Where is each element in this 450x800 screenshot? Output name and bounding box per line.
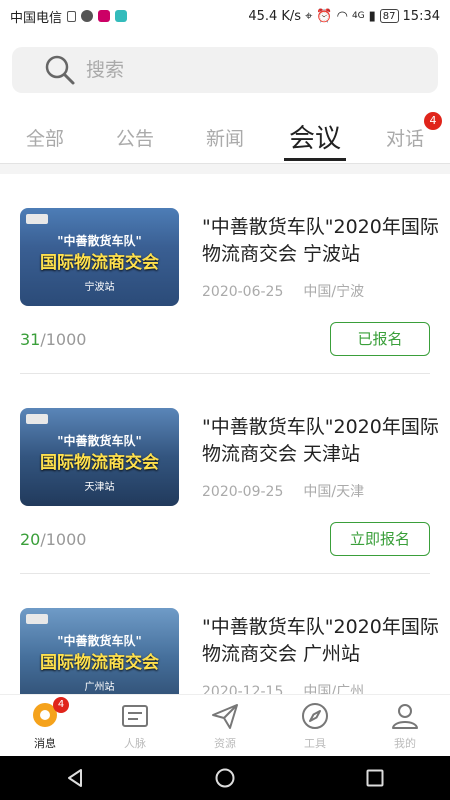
bottom-nav: 4 消息 人脉 资源 工具 我的: [0, 694, 450, 756]
meeting-meta: 2020-06-25 中国/宁波: [202, 281, 364, 301]
logo-icon: [26, 614, 48, 624]
nav-messages[interactable]: 4 消息: [0, 695, 90, 756]
wifi-icon: ◠: [336, 8, 348, 24]
meeting-location: 中国/宁波: [303, 284, 365, 300]
meeting-title: "中善散货车队"2020年国际物流商交会 宁波站: [202, 216, 439, 265]
list-item[interactable]: "中善散货车队" 国际物流商交会 宁波站 "中善散货车队"2020年国际物流商交…: [20, 174, 439, 374]
list-item[interactable]: "中善散货车队" 国际物流商交会 天津站 "中善散货车队"2020年国际物流商交…: [20, 374, 439, 574]
nav-badge: 4: [53, 697, 69, 713]
search-icon: [45, 55, 75, 85]
compass-icon: [302, 703, 328, 729]
tab-dialogue[interactable]: 对话 4: [360, 112, 450, 163]
signal-icon: ▮: [368, 8, 376, 24]
tab-badge: 4: [424, 112, 442, 130]
search-bar[interactable]: [12, 47, 438, 93]
nav-contacts[interactable]: 人脉: [90, 695, 180, 756]
back-icon[interactable]: [64, 767, 86, 789]
meeting-thumbnail: "中善散货车队" 国际物流商交会 宁波站: [20, 208, 179, 306]
registered-button[interactable]: 已报名: [330, 322, 430, 356]
chat-app-icon: [81, 10, 94, 22]
signup-count: 20/1000: [20, 530, 87, 549]
logo-icon: [26, 414, 48, 424]
meeting-title: "中善散货车队"2020年国际物流商交会 广州站: [202, 616, 439, 665]
send-icon: [212, 704, 238, 729]
nav-profile[interactable]: 我的: [360, 695, 450, 756]
battery-icon: 87: [379, 9, 399, 23]
tab-announcements[interactable]: 公告: [90, 112, 180, 163]
tab-meetings[interactable]: 会议: [270, 112, 360, 163]
logo-icon: [26, 214, 48, 224]
meeting-date: 2020-12-15: [202, 684, 284, 694]
search-input[interactable]: [86, 59, 386, 81]
photo-app-icon: [98, 10, 111, 22]
system-nav-bar: [0, 756, 450, 800]
meeting-meta: 2020-12-15 中国/广州: [202, 681, 364, 694]
usb-icon: [67, 10, 77, 22]
meeting-meta: 2020-09-25 中国/天津: [202, 481, 364, 501]
tab-all[interactable]: 全部: [0, 112, 90, 163]
nav-resources[interactable]: 资源: [180, 695, 270, 756]
meeting-location: 中国/天津: [303, 484, 365, 500]
meeting-date: 2020-06-25: [202, 284, 284, 300]
recents-icon[interactable]: [364, 767, 386, 789]
user-icon: [392, 704, 418, 729]
contacts-card-icon: [122, 705, 148, 727]
list-item[interactable]: "中善散货车队" 国际物流商交会 广州站 "中善散货车队"2020年国际物流商交…: [20, 574, 439, 694]
meeting-list: "中善散货车队" 国际物流商交会 宁波站 "中善散货车队"2020年国际物流商交…: [0, 174, 450, 694]
video-app-icon: [115, 10, 128, 22]
network-speed: 45.4 K/s: [248, 8, 302, 24]
location-icon: ⌖: [305, 8, 313, 24]
network-type: 4G: [351, 11, 365, 21]
status-bar: 中国电信 45.4 K/s ⌖ ⏰ ◠ 4G ▮ 87 15:34: [0, 0, 450, 32]
alarm-icon: ⏰: [316, 8, 333, 24]
home-icon[interactable]: [214, 767, 236, 789]
signup-count: 31/1000: [20, 330, 87, 349]
nav-tools[interactable]: 工具: [270, 695, 360, 756]
register-now-button[interactable]: 立即报名: [330, 522, 430, 556]
meeting-title: "中善散货车队"2020年国际物流商交会 天津站: [202, 416, 439, 465]
meeting-date: 2020-09-25: [202, 484, 284, 500]
meeting-thumbnail: "中善散货车队" 国际物流商交会 天津站: [20, 408, 179, 506]
status-time: 15:34: [402, 8, 440, 24]
tab-news[interactable]: 新闻: [180, 112, 270, 163]
meeting-location: 中国/广州: [303, 684, 365, 694]
category-tabs: 全部 公告 新闻 会议 对话 4: [0, 112, 450, 164]
divider: [0, 164, 450, 174]
carrier-label: 中国电信: [10, 10, 63, 26]
meeting-thumbnail: "中善散货车队" 国际物流商交会 广州站: [20, 608, 179, 694]
